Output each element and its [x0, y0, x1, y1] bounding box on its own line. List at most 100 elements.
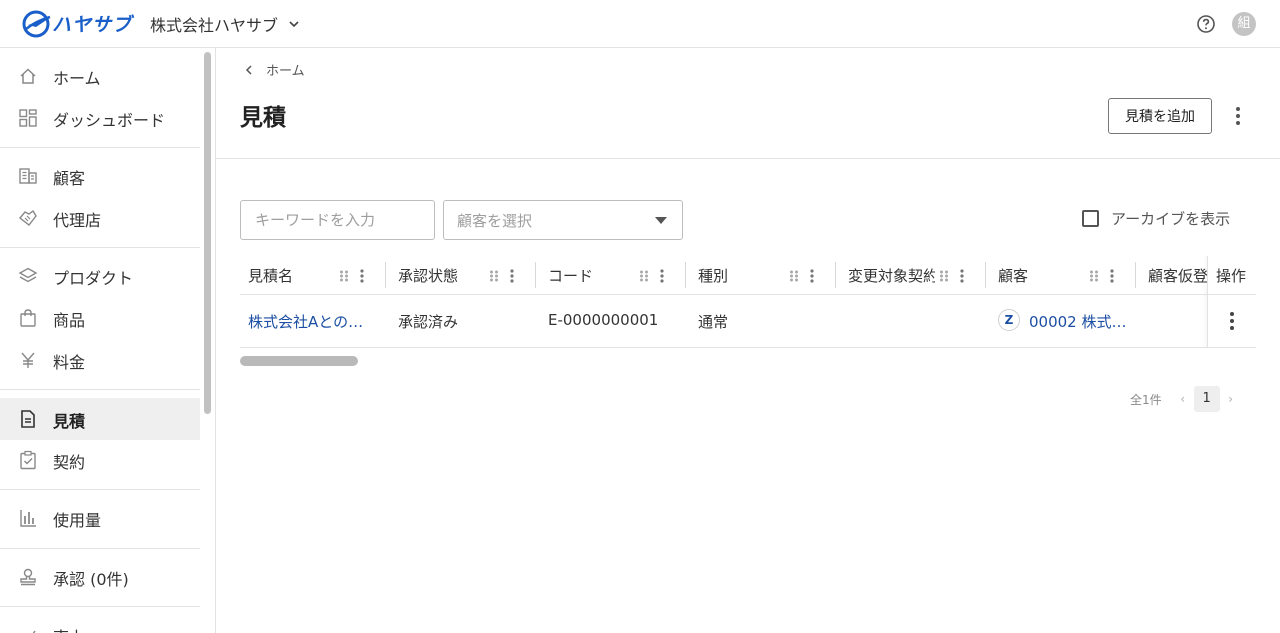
sidebar-item-label: 売上	[53, 624, 85, 633]
document-icon	[21, 410, 35, 428]
sidebar-item-agencies[interactable]: 代理店	[0, 197, 200, 239]
sidebar-item-label: プロダクト	[53, 269, 134, 288]
column-resize-handle[interactable]	[535, 262, 536, 288]
drag-handle-icon[interactable]	[939, 268, 949, 284]
sidebar-item-contracts[interactable]: 契約	[0, 439, 200, 481]
column-resize-handle[interactable]	[685, 262, 686, 288]
sidebar-item-usage[interactable]: 使用量	[0, 497, 200, 539]
sidebar-item-pricing[interactable]: 料金	[0, 339, 200, 381]
table-horizontal-scrollbar[interactable]	[240, 356, 358, 366]
handshake-icon	[18, 209, 37, 226]
sidebar-item-label: 料金	[53, 353, 86, 372]
keyword-search-input[interactable]	[240, 200, 435, 240]
yen-icon	[21, 352, 35, 368]
nav-divider	[0, 489, 200, 490]
sidebar: ホーム ダッシュボード 顧客 代理店 プロダクト 商品 料金 見積 契約 使用量…	[0, 48, 216, 633]
column-resize-handle[interactable]	[1135, 262, 1136, 288]
nav-divider	[0, 548, 200, 549]
customer-select-placeholder: 顧客を選択	[457, 212, 533, 230]
shopping-bag-icon	[20, 309, 36, 327]
user-avatar[interactable]: 組	[1232, 12, 1256, 36]
customer-select[interactable]: 顧客を選択	[443, 200, 683, 240]
more-vert-icon[interactable]	[1226, 102, 1250, 130]
sidebar-item-label: ホーム	[53, 69, 101, 88]
building-icon	[19, 168, 37, 184]
sidebar-item-approvals[interactable]: 承認 (0件)	[0, 556, 200, 598]
bar-chart-icon	[20, 510, 36, 527]
clipboard-check-icon	[20, 450, 36, 470]
operations-column: 操作	[1207, 256, 1256, 348]
sidebar-item-customers[interactable]: 顧客	[0, 155, 200, 197]
row-divider	[1208, 347, 1256, 348]
sidebar-item-products[interactable]: プロダクト	[0, 255, 200, 297]
prev-page-button[interactable]: ‹	[1176, 392, 1190, 406]
column-header-customer[interactable]: 顧客	[990, 256, 1140, 295]
drag-handle-icon[interactable]	[639, 268, 649, 284]
caret-down-icon	[655, 217, 667, 224]
customer-source-badge: Z	[998, 309, 1020, 331]
header-row-divider	[1208, 294, 1256, 295]
table-row[interactable]: 株式会社Aとの… 承認済み E-0000000001 通常 Z 00002 株式…	[240, 295, 1256, 348]
customer-link[interactable]: 00002 株式…	[1029, 311, 1125, 332]
breadcrumb-home-link[interactable]: ホーム	[266, 60, 305, 79]
sidebar-item-items[interactable]: 商品	[0, 297, 200, 339]
quotes-table: 見積名 承認状態 コード 種別 変更対象契約 顧客 顧客仮登録 株式会社Aとの……	[240, 256, 1256, 348]
sidebar-item-home[interactable]: ホーム	[0, 55, 200, 97]
hayasub-logo[interactable]: ハヤサブ	[22, 9, 136, 39]
breadcrumb[interactable]: ホーム	[244, 60, 305, 79]
column-resize-handle[interactable]	[385, 262, 386, 288]
column-menu-icon[interactable]	[1109, 268, 1115, 284]
show-archive-checkbox[interactable]	[1082, 210, 1099, 227]
column-menu-icon[interactable]	[509, 268, 515, 284]
chevron-down-icon	[289, 21, 299, 28]
nav-divider	[0, 389, 200, 390]
stamp-icon	[20, 568, 36, 586]
drag-handle-icon[interactable]	[339, 268, 349, 284]
layers-icon	[18, 267, 38, 283]
row-actions-icon[interactable]	[1229, 311, 1235, 331]
home-icon	[20, 68, 36, 84]
column-header-code[interactable]: コード	[540, 256, 690, 295]
column-menu-icon[interactable]	[809, 268, 815, 284]
company-switcher[interactable]: 株式会社ハヤサブ	[150, 12, 300, 36]
page-button-current[interactable]: 1	[1193, 386, 1220, 412]
sidebar-item-label: 代理店	[53, 211, 102, 230]
drag-handle-icon[interactable]	[789, 268, 799, 284]
sidebar-item-label: 商品	[53, 311, 86, 330]
company-name: 株式会社ハヤサブ	[150, 16, 279, 35]
column-menu-icon[interactable]	[659, 268, 665, 284]
drag-handle-icon[interactable]	[1089, 268, 1099, 284]
sales-icon	[32, 630, 36, 633]
sidebar-item-label: ダッシュボード	[53, 111, 166, 130]
nav-divider	[0, 247, 200, 248]
sidebar-item-dashboard[interactable]: ダッシュボード	[0, 97, 200, 139]
sidebar-item-label: 使用量	[53, 511, 102, 530]
quote-name-link[interactable]: 株式会社Aとの…	[248, 311, 376, 332]
title-divider	[216, 158, 1280, 159]
type-cell: 通常	[698, 313, 729, 331]
column-header-type[interactable]: 種別	[690, 256, 840, 295]
show-archive-toggle[interactable]: アーカイブを表示	[1082, 208, 1230, 229]
logo-text: ハヤサブ	[52, 14, 133, 36]
column-header-target-contract[interactable]: 変更対象契約	[840, 256, 990, 295]
dashboard-icon	[19, 109, 37, 127]
show-archive-label: アーカイブを表示	[1111, 210, 1231, 228]
column-resize-handle[interactable]	[835, 262, 836, 288]
sidebar-scrollbar[interactable]	[204, 52, 211, 414]
column-resize-handle[interactable]	[985, 262, 986, 288]
add-quote-button[interactable]: 見積を追加	[1108, 98, 1212, 134]
column-menu-icon[interactable]	[959, 268, 965, 284]
drag-handle-icon[interactable]	[489, 268, 499, 284]
help-icon[interactable]	[1196, 14, 1216, 34]
next-page-button[interactable]: ›	[1224, 392, 1238, 406]
column-header-approval-status[interactable]: 承認状態	[390, 256, 540, 295]
approval-status-cell: 承認済み	[398, 313, 459, 331]
sidebar-item-quotes[interactable]: 見積	[0, 398, 200, 440]
pagination: 全1件 ‹ 1 ›	[1130, 386, 1238, 412]
sidebar-item-label: 契約	[53, 453, 86, 472]
column-menu-icon[interactable]	[359, 268, 365, 284]
column-header-quote-name[interactable]: 見積名	[240, 256, 390, 295]
sidebar-item-sales[interactable]: 売上	[0, 614, 200, 633]
nav-divider	[0, 606, 200, 607]
code-cell: E-0000000001	[548, 311, 659, 329]
